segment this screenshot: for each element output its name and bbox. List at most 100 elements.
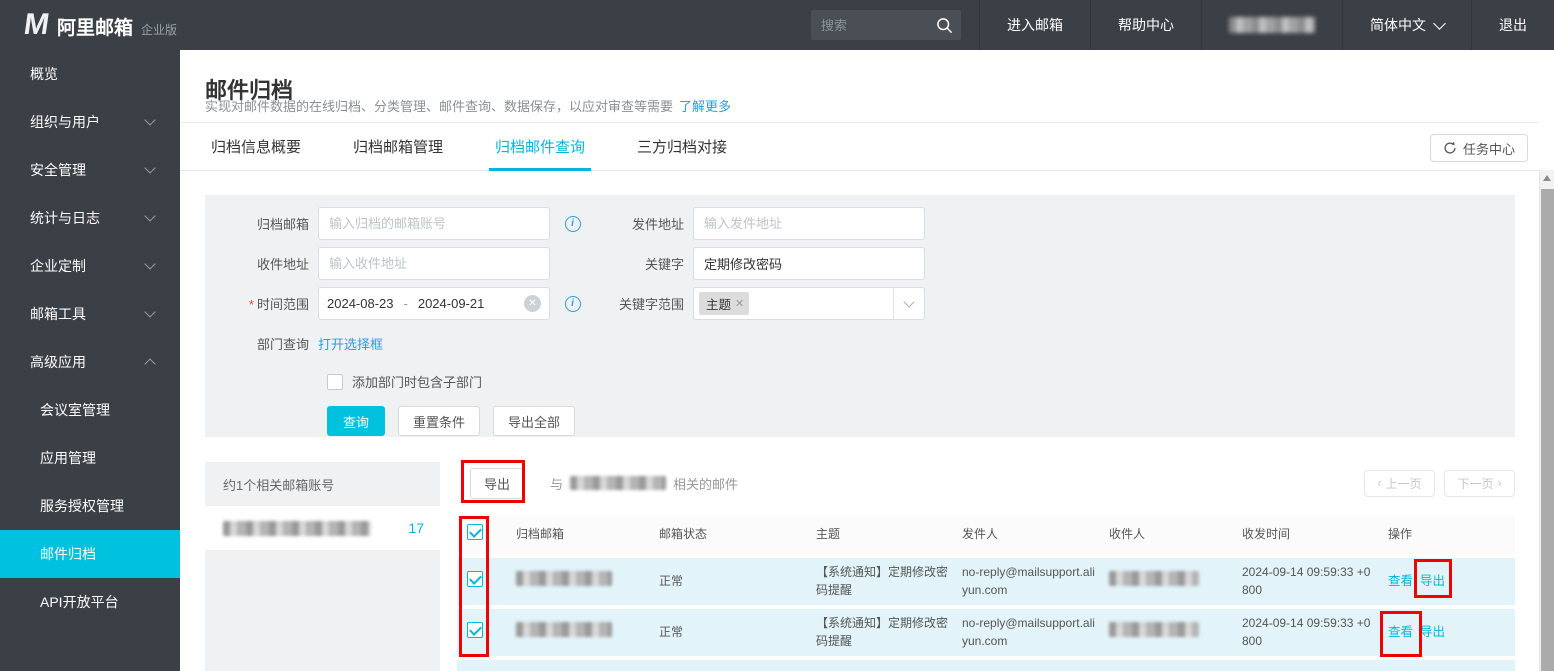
cell-status: 正常 bbox=[659, 624, 816, 641]
sidebar-subitem-label: 邮件归档 bbox=[40, 544, 96, 564]
nav-username-redacted[interactable] bbox=[1201, 0, 1342, 50]
sidebar-item-统计与日志[interactable]: 统计与日志 bbox=[0, 194, 180, 242]
page-description-text: 实现对邮件数据的在线归档、分类管理、邮件查询、数据保存，以应对审查等需要 bbox=[205, 99, 673, 114]
export-selected-button[interactable]: 导出 bbox=[470, 468, 524, 499]
keyword-input[interactable] bbox=[693, 247, 925, 280]
remove-tag-icon[interactable]: ✕ bbox=[735, 297, 744, 310]
table-row: 正常【系统通知】定期修改密码提醒no-reply@mailsupport.ali… bbox=[457, 609, 1515, 656]
page-description: 实现对邮件数据的在线归档、分类管理、邮件查询、数据保存，以应对审查等需要了解更多 bbox=[205, 96, 731, 115]
table-row: 正常【系统通知】定期修改密码提醒no-reply@mailsupport.ali… bbox=[457, 558, 1515, 605]
sidebar-item-概览[interactable]: 概览 bbox=[0, 50, 180, 98]
tab-归档邮箱管理[interactable]: 归档邮箱管理 bbox=[347, 123, 449, 170]
sidebar-item-安全管理[interactable]: 安全管理 bbox=[0, 146, 180, 194]
row-checkbox[interactable] bbox=[467, 571, 483, 587]
sidebar-subitem-邮件归档[interactable]: 邮件归档 bbox=[0, 530, 180, 578]
sidebar-subitem-label: API开放平台 bbox=[40, 592, 119, 612]
aliyun-mail-logo-icon: M bbox=[22, 10, 49, 40]
sidebar-subitem-会议室管理[interactable]: 会议室管理 bbox=[0, 386, 180, 434]
sidebar-item-企业定制[interactable]: 企业定制 bbox=[0, 242, 180, 290]
include-subdept-checkbox[interactable] bbox=[327, 374, 343, 390]
cell-sender: no-reply@mailsupport.aliyun.com bbox=[962, 615, 1109, 650]
related-account-blur-chip bbox=[570, 476, 666, 490]
scrollbar-up-arrow-icon[interactable] bbox=[1543, 175, 1551, 181]
mailbox-blur-chip bbox=[516, 571, 612, 586]
sidebar-subitem-label: 应用管理 bbox=[40, 448, 96, 468]
scrollbar-thumb[interactable] bbox=[1541, 189, 1554, 671]
column-header-收件人: 收件人 bbox=[1109, 526, 1242, 543]
recipient-address-label: 收件地址 bbox=[205, 254, 318, 273]
info-icon[interactable]: i bbox=[565, 296, 581, 312]
sidebar-subitem-API开放平台[interactable]: API开放平台 bbox=[0, 578, 180, 626]
filter-buttons: 查询 重置条件 导出全部 bbox=[327, 406, 1515, 436]
chevron-down-icon bbox=[1433, 17, 1446, 30]
next-page-button[interactable]: 下一页› bbox=[1444, 470, 1515, 497]
brand: M 阿里邮箱 企业版 bbox=[0, 10, 177, 40]
date-from[interactable]: 2024-08-23 bbox=[327, 296, 394, 311]
sidebar-subitem-应用管理[interactable]: 应用管理 bbox=[0, 434, 180, 482]
include-subdept-label: 添加部门时包含子部门 bbox=[352, 372, 482, 391]
prev-arrow-icon: ‹ bbox=[1377, 476, 1381, 490]
export-all-button[interactable]: 导出全部 bbox=[493, 406, 575, 436]
cell-subject: 【系统通知】定期修改密码提醒 bbox=[816, 615, 962, 650]
search-button[interactable]: 查询 bbox=[327, 406, 385, 436]
clear-date-icon[interactable]: ✕ bbox=[524, 295, 541, 312]
action-link-导出[interactable]: 导出 bbox=[1420, 574, 1445, 588]
vertical-scrollbar[interactable] bbox=[1539, 170, 1554, 671]
sidebar-item-label: 企业定制 bbox=[30, 256, 86, 276]
open-selector-link[interactable]: 打开选择框 bbox=[318, 334, 383, 353]
sender-address-input[interactable] bbox=[693, 207, 925, 240]
column-header-收发时间: 收发时间 bbox=[1242, 526, 1388, 543]
date-to[interactable]: 2024-09-21 bbox=[418, 296, 485, 311]
cell-subject: 【系统通知】定期修改密码提醒 bbox=[816, 564, 962, 599]
time-range-picker[interactable]: 2024-08-23 - 2024-09-21 ✕ bbox=[318, 287, 550, 320]
sidebar-subitem-服务授权管理[interactable]: 服务授权管理 bbox=[0, 482, 180, 530]
table-row-partial bbox=[457, 660, 1515, 671]
cell-recipient bbox=[1109, 571, 1242, 591]
tab-归档信息概要[interactable]: 归档信息概要 bbox=[205, 123, 307, 170]
scope-tag: 主题✕ bbox=[699, 292, 749, 315]
recipient-blur-chip bbox=[1109, 622, 1199, 637]
required-asterisk: * bbox=[249, 297, 254, 312]
tab-归档邮件查询[interactable]: 归档邮件查询 bbox=[489, 123, 591, 170]
reset-button[interactable]: 重置条件 bbox=[398, 406, 480, 436]
nav-language-switcher[interactable]: 简体中文 bbox=[1342, 0, 1471, 50]
tab-三方归档对接[interactable]: 三方归档对接 bbox=[631, 123, 733, 170]
brand-edition: 企业版 bbox=[141, 21, 177, 38]
recipient-address-input[interactable] bbox=[318, 247, 550, 280]
search-input[interactable] bbox=[819, 17, 936, 34]
action-link-查看[interactable]: 查看 bbox=[1388, 574, 1413, 588]
row-checkbox[interactable] bbox=[467, 622, 483, 638]
sidebar-item-高级应用[interactable]: 高级应用 bbox=[0, 338, 180, 386]
chevron-down-icon bbox=[144, 306, 155, 317]
nav-logout[interactable]: 退出 bbox=[1471, 0, 1554, 50]
archive-mailbox-input[interactable] bbox=[318, 207, 550, 240]
select-dropdown-arrow[interactable] bbox=[893, 288, 924, 319]
search-icon[interactable] bbox=[936, 17, 953, 34]
sidebar-item-组织与用户[interactable]: 组织与用户 bbox=[0, 98, 180, 146]
chevron-down-icon bbox=[144, 162, 155, 173]
nav-enter-mail[interactable]: 进入邮箱 bbox=[979, 0, 1090, 50]
select-all-checkbox[interactable] bbox=[467, 524, 483, 540]
account-list-panel: 约1个相关邮箱账号 17 bbox=[205, 462, 440, 671]
action-link-导出[interactable]: 导出 bbox=[1420, 625, 1445, 639]
nav-language-label: 简体中文 bbox=[1370, 15, 1426, 35]
row-select-cell bbox=[457, 571, 516, 592]
prev-page-button[interactable]: ‹上一页 bbox=[1364, 470, 1435, 497]
task-center-button[interactable]: 任务中心 bbox=[1430, 134, 1528, 162]
next-page-label: 下一页 bbox=[1457, 475, 1493, 492]
chevron-down-icon bbox=[144, 258, 155, 269]
keyword-scope-select[interactable]: 主题✕ bbox=[693, 287, 925, 320]
account-list-item[interactable]: 17 bbox=[205, 506, 440, 550]
cell-time: 2024-09-14 09:59:33 +0800 bbox=[1242, 564, 1388, 599]
learn-more-link[interactable]: 了解更多 bbox=[679, 99, 731, 114]
sidebar-item-label: 统计与日志 bbox=[30, 208, 100, 228]
topbar-searchbox[interactable] bbox=[811, 10, 961, 40]
mail-table-panel: 导出 与 相关的邮件 ‹上一页 下一页› 归档邮箱邮箱状态主题发件人收件人收发时… bbox=[457, 462, 1515, 671]
nav-help-center[interactable]: 帮助中心 bbox=[1090, 0, 1201, 50]
filter-grid: 归档邮箱 i 发件地址 收件地址 关键字 *时间范围 2024-08-23 - … bbox=[205, 195, 1515, 320]
info-icon[interactable]: i bbox=[565, 216, 581, 232]
cell-recipient bbox=[1109, 622, 1242, 642]
sidebar-item-邮箱工具[interactable]: 邮箱工具 bbox=[0, 290, 180, 338]
archive-mailbox-label: 归档邮箱 bbox=[205, 214, 318, 233]
action-link-查看[interactable]: 查看 bbox=[1388, 625, 1413, 639]
